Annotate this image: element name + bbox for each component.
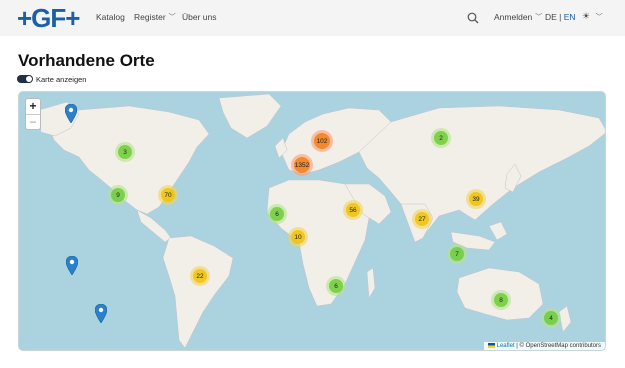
- nav-register-dropdown[interactable]: Register ﹀: [134, 12, 176, 22]
- map-land-tiles: [38, 93, 605, 349]
- map-toggle-label: Karte anzeigen: [36, 75, 87, 84]
- map-cluster[interactable]: 7: [447, 244, 467, 264]
- world-map[interactable]: + − 102 1352 2 3 9 70 6 56 10 27 39 7 22…: [18, 91, 606, 351]
- map-cluster[interactable]: 2: [431, 128, 451, 148]
- cluster-count: 10: [291, 230, 305, 244]
- map-cluster[interactable]: 3: [115, 142, 135, 162]
- nav-katalog[interactable]: Katalog: [96, 12, 125, 22]
- theme-dropdown[interactable]: ☀ ﹀: [582, 11, 603, 22]
- nav-ueber-uns[interactable]: Über uns: [182, 12, 217, 22]
- gf-logo[interactable]: +GF+: [17, 3, 80, 33]
- zoom-control: + −: [25, 98, 41, 130]
- cluster-count: 27: [415, 212, 429, 226]
- osm-attribution[interactable]: | © OpenStreetMap contributors: [515, 343, 601, 349]
- map-cluster[interactable]: 9: [108, 185, 128, 205]
- map-cluster[interactable]: 27: [412, 209, 432, 229]
- map-cluster[interactable]: 56: [343, 200, 363, 220]
- chevron-down-icon: ﹀: [168, 14, 176, 21]
- language-switch: DE | EN: [545, 12, 576, 22]
- cluster-count: 2: [434, 131, 448, 145]
- cluster-count: 56: [346, 203, 360, 217]
- login-dropdown[interactable]: Anmelden ﹀: [494, 12, 542, 22]
- map-cluster[interactable]: 6: [326, 276, 346, 296]
- cluster-count: 8: [494, 293, 508, 307]
- map-toggle-switch[interactable]: [17, 75, 33, 83]
- cluster-count: 102: [314, 133, 330, 149]
- lang-de-link[interactable]: DE: [545, 12, 557, 22]
- map-cluster[interactable]: 39: [466, 189, 486, 209]
- cluster-count: 6: [329, 279, 343, 293]
- map-cluster[interactable]: 70: [158, 185, 178, 205]
- lang-separator: |: [556, 12, 564, 22]
- zoom-out-button[interactable]: −: [26, 114, 40, 129]
- map-cluster[interactable]: 102: [311, 130, 333, 152]
- cluster-count: 39: [469, 192, 483, 206]
- logo-text: +GF+: [17, 3, 80, 33]
- leaflet-link[interactable]: Leaflet: [497, 343, 515, 349]
- ukraine-flag-icon: [487, 342, 495, 348]
- nav-ueber-uns-label: Über uns: [182, 12, 217, 22]
- map-cluster[interactable]: 1352: [291, 154, 313, 176]
- map-cluster[interactable]: 10: [288, 227, 308, 247]
- map-pin-icon[interactable]: [95, 304, 107, 323]
- search-icon[interactable]: [467, 12, 479, 24]
- chevron-down-icon: ﹀: [535, 14, 543, 21]
- map-pin-icon[interactable]: [66, 256, 78, 275]
- map-cluster[interactable]: 8: [491, 290, 511, 310]
- map-cluster[interactable]: 6: [267, 204, 287, 224]
- map-attribution: Leaflet | © OpenStreetMap contributors: [483, 341, 605, 350]
- cluster-count: 3: [118, 145, 132, 159]
- map-pin-icon[interactable]: [65, 104, 77, 123]
- cluster-count: 7: [450, 247, 464, 261]
- chevron-down-icon: ﹀: [595, 14, 603, 21]
- map-cluster[interactable]: 22: [190, 266, 210, 286]
- page-title: Vorhandene Orte: [18, 51, 155, 70]
- lang-en-link[interactable]: EN: [564, 12, 576, 22]
- cluster-count: 9: [111, 188, 125, 202]
- sun-icon: ☀: [582, 11, 591, 21]
- cluster-count: 22: [193, 269, 207, 283]
- zoom-in-button[interactable]: +: [26, 99, 40, 114]
- login-label: Anmelden: [494, 12, 533, 22]
- cluster-count: 6: [270, 207, 284, 221]
- cluster-count: 70: [161, 188, 175, 202]
- top-navbar: +GF+ Katalog Register ﹀ Über uns Anmelde…: [0, 0, 625, 36]
- cluster-count: 1352: [294, 157, 310, 173]
- cluster-count: 4: [544, 311, 558, 325]
- map-cluster[interactable]: 4: [541, 308, 561, 328]
- nav-register-label: Register: [134, 12, 166, 22]
- nav-katalog-label: Katalog: [96, 12, 125, 22]
